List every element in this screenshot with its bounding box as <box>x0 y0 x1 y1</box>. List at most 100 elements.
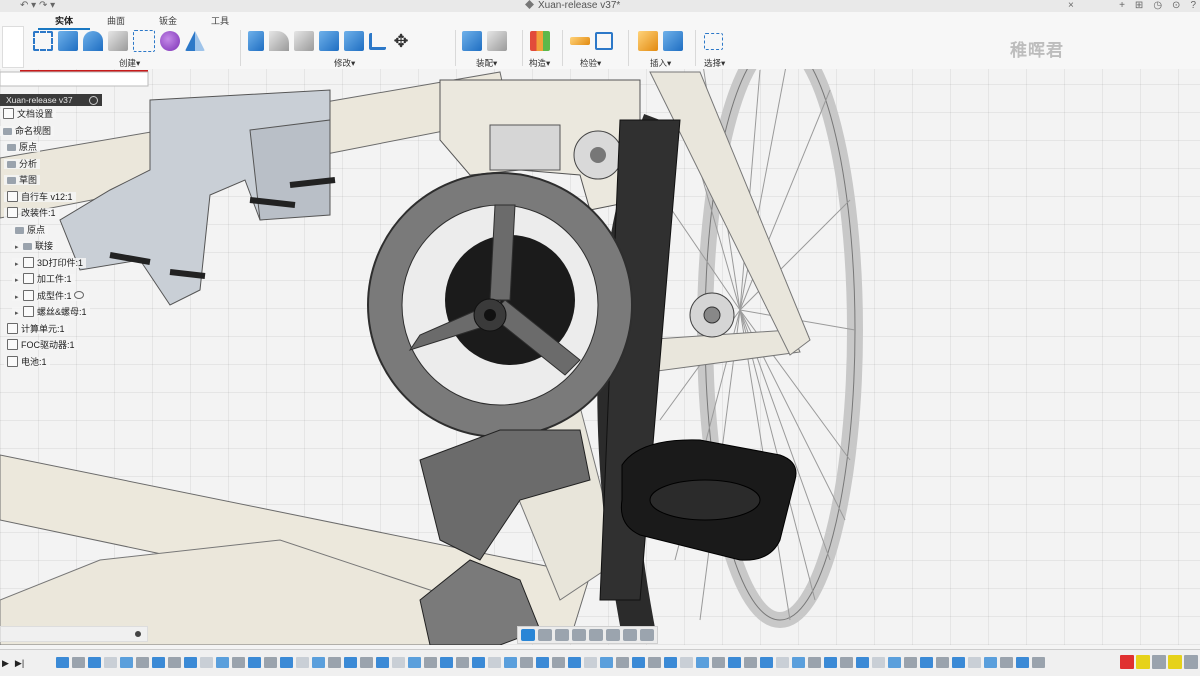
press-pull-icon[interactable] <box>248 31 264 51</box>
design-workspace-button[interactable] <box>2 26 24 68</box>
timeline-feature-icon[interactable] <box>392 657 405 668</box>
new-tab-icon[interactable]: + <box>1119 0 1125 12</box>
timeline-feature-icon[interactable] <box>104 657 117 668</box>
timeline-feature-icon[interactable] <box>280 657 293 668</box>
construct-menu[interactable]: 构造▾ <box>529 57 550 69</box>
timeline-feature-icon[interactable] <box>408 657 421 668</box>
timeline-feature-icon[interactable] <box>184 657 197 668</box>
orbit-icon[interactable] <box>521 629 535 641</box>
timeline-feature-icon[interactable] <box>312 657 325 668</box>
measure-icon[interactable] <box>570 37 590 45</box>
browser-node-named-views[interactable]: 命名视图 <box>0 123 148 140</box>
visibility-icon[interactable] <box>74 290 85 299</box>
tab-sheet-metal[interactable]: 钣金 <box>142 15 194 30</box>
browser-node-joints[interactable]: ▸ 联接 <box>0 238 148 255</box>
timeline-feature-icon[interactable] <box>984 657 997 668</box>
timeline-feature-icon[interactable] <box>248 657 261 668</box>
viewports-icon[interactable] <box>640 629 654 641</box>
timeline-feature-icon[interactable] <box>200 657 213 668</box>
timeline-feature-icon[interactable] <box>616 657 629 668</box>
timeline-track[interactable] <box>56 657 1045 668</box>
timeline-feature-icon[interactable] <box>680 657 693 668</box>
timeline-feature-icon[interactable] <box>376 657 389 668</box>
browser-node-battery[interactable]: 电池:1 <box>0 354 148 371</box>
timeline-feature-icon[interactable] <box>152 657 165 668</box>
timeline-feature-icon[interactable] <box>552 657 565 668</box>
timeline-feature-icon[interactable] <box>792 657 805 668</box>
assemble-menu[interactable]: 装配▾ <box>476 57 497 69</box>
browser-node-modified-parts[interactable]: 改装件:1 <box>0 205 148 222</box>
zoom-icon[interactable] <box>572 629 586 641</box>
timeline-feature-icon[interactable] <box>136 657 149 668</box>
extrude-icon[interactable] <box>58 31 78 51</box>
timeline-feature-icon[interactable] <box>776 657 789 668</box>
timeline-feature-icon[interactable] <box>920 657 933 668</box>
undo-redo[interactable]: ↶ ▾ ↷ ▾ <box>20 0 55 12</box>
timeline-feature-icon[interactable] <box>440 657 453 668</box>
timeline-feature-icon[interactable] <box>568 657 581 668</box>
step-forward-button[interactable]: ▶| <box>15 658 24 669</box>
timeline-settings-icon[interactable] <box>1184 655 1198 669</box>
select-menu[interactable]: 选择▾ <box>704 57 725 69</box>
fillet-icon[interactable] <box>269 31 289 51</box>
timeline-feature-icon[interactable] <box>600 657 613 668</box>
browser-node-origin[interactable]: 原点 <box>0 139 148 156</box>
tab-solid[interactable]: 实体 <box>38 15 90 30</box>
modify-menu[interactable]: 修改▾ <box>334 57 355 69</box>
timeline-feature-icon[interactable] <box>872 657 885 668</box>
timeline-feature-icon[interactable] <box>632 657 645 668</box>
browser-node-sketches[interactable]: 草图 <box>0 172 148 189</box>
timeline-feature-icon[interactable] <box>536 657 549 668</box>
timeline-feature-icon[interactable] <box>840 657 853 668</box>
play-button[interactable]: ▶ <box>2 658 9 669</box>
joint-icon[interactable] <box>487 31 507 51</box>
timeline-feature-icon[interactable] <box>296 657 309 668</box>
timeline-feature-icon[interactable] <box>504 657 517 668</box>
timeline-feature-icon[interactable] <box>520 657 533 668</box>
timeline-feature-icon[interactable] <box>856 657 869 668</box>
form-icon[interactable] <box>160 31 180 51</box>
timeline-feature-icon[interactable] <box>360 657 373 668</box>
timeline-feature-icon[interactable] <box>968 657 981 668</box>
insert-derive-icon[interactable] <box>638 31 658 51</box>
extensions-icon[interactable]: ⊞ <box>1135 0 1143 12</box>
timeline-feature-icon[interactable] <box>648 657 661 668</box>
create-menu[interactable]: 创建▾ <box>119 57 140 69</box>
shell-icon[interactable] <box>319 31 339 51</box>
timeline-feature-icon[interactable] <box>712 657 725 668</box>
timeline-feature-icon[interactable] <box>488 657 501 668</box>
timeline-marker-red[interactable] <box>1120 655 1134 669</box>
timeline-feature-icon[interactable] <box>472 657 485 668</box>
grid-settings-icon[interactable] <box>623 629 637 641</box>
timeline-feature-icon[interactable] <box>344 657 357 668</box>
insert-canvas-icon[interactable] <box>663 31 683 51</box>
select-icon[interactable] <box>704 32 723 50</box>
display-settings-icon[interactable] <box>606 629 620 641</box>
section-analysis-icon[interactable] <box>595 32 613 50</box>
timeline-feature-icon[interactable] <box>72 657 85 668</box>
timeline-feature-icon[interactable] <box>936 657 949 668</box>
timeline-feature-icon[interactable] <box>232 657 245 668</box>
timeline-feature-icon[interactable] <box>120 657 133 668</box>
tab-tools[interactable]: 工具 <box>194 15 246 30</box>
insert-menu[interactable]: 插入▾ <box>650 57 671 69</box>
timeline-feature-icon[interactable] <box>216 657 229 668</box>
timeline-feature-icon[interactable] <box>952 657 965 668</box>
help-icon[interactable]: ? <box>1190 0 1196 12</box>
timeline-feature[interactable] <box>1152 655 1166 669</box>
timeline-feature-icon[interactable] <box>744 657 757 668</box>
notifications-icon[interactable]: ⊙ <box>1172 0 1180 12</box>
browser-node-molded[interactable]: ▸ 成型件:1 <box>0 288 148 305</box>
timeline-feature-icon[interactable] <box>56 657 69 668</box>
timeline-feature-icon[interactable] <box>808 657 821 668</box>
timeline-marker-yellow-2[interactable] <box>1168 655 1182 669</box>
browser-node-doc-settings[interactable]: 文档设置 <box>0 106 148 123</box>
timeline-feature-icon[interactable] <box>664 657 677 668</box>
browser-node-compute-unit[interactable]: 计算单元:1 <box>0 321 148 338</box>
timeline-feature-icon[interactable] <box>1000 657 1013 668</box>
timeline-feature-icon[interactable] <box>584 657 597 668</box>
combine-icon[interactable] <box>344 31 364 51</box>
align-icon[interactable] <box>369 32 386 50</box>
timeline-feature-icon[interactable] <box>696 657 709 668</box>
timeline-feature-icon[interactable] <box>168 657 181 668</box>
